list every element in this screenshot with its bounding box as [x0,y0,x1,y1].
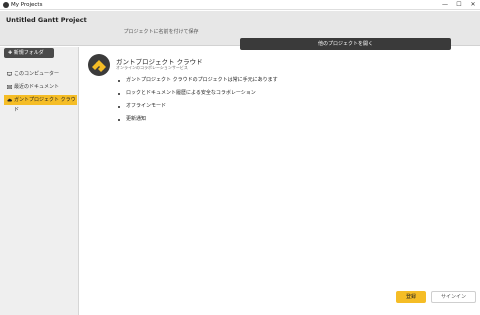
app-icon [3,2,9,8]
close-button[interactable]: ✕ [466,0,480,10]
list-item: ガントプロジェクト クラウドのプロジェクトは常に手元にあります [118,77,278,84]
register-button[interactable]: 登録 [396,291,426,303]
bullet-icon [118,79,120,82]
bullet-icon [118,118,120,121]
sidebar: ✚ 新規フォルダ このコンピューター 最近のドキュメント ガントプロジェクト ク… [0,47,79,315]
sidebar-item-cloud[interactable]: ガントプロジェクト クラウド [4,95,77,113]
bullet-icon [118,92,120,95]
project-title: Untitled Gantt Project [6,16,87,24]
sidebar-item-recent-documents[interactable]: 最近のドキュメント [4,82,77,92]
save-as-link[interactable]: プロジェクトに名前を付けて保存 [86,28,236,37]
sidebar-item-label: ガントプロジェクト クラウド [14,97,76,113]
window-title: My Projects [11,2,43,8]
main-panel: ガントプロジェクト クラウド オンラインのコラボレーションサービス ガントプロジ… [80,47,480,315]
window-titlebar: My Projects — ☐ ✕ [0,0,480,10]
minimize-button[interactable]: — [438,0,452,10]
sidebar-item-this-computer[interactable]: このコンピューター [4,69,77,79]
new-folder-button[interactable]: ✚ 新規フォルダ [4,48,54,58]
bullet-icon [118,105,120,108]
signin-button[interactable]: サインイン [431,291,476,303]
sidebar-item-label: このコンピューター [14,71,60,77]
gantt-cloud-logo [88,54,110,76]
list-item: ロックとドキュメント履歴による安全なコラボレーション [118,90,256,97]
list-item: オフラインモード [118,103,166,110]
clock-icon [7,84,12,89]
header: Untitled Gantt Project プロジェクトに名前を付けて保存 他… [0,11,480,50]
list-item: 更新通知 [118,116,146,123]
monitor-icon [7,71,12,76]
maximize-button[interactable]: ☐ [452,0,466,10]
cloud-icon [7,98,12,101]
sidebar-item-label: 最近のドキュメント [14,84,60,90]
page-subtitle: オンラインのコラボレーションサービス [116,65,188,70]
